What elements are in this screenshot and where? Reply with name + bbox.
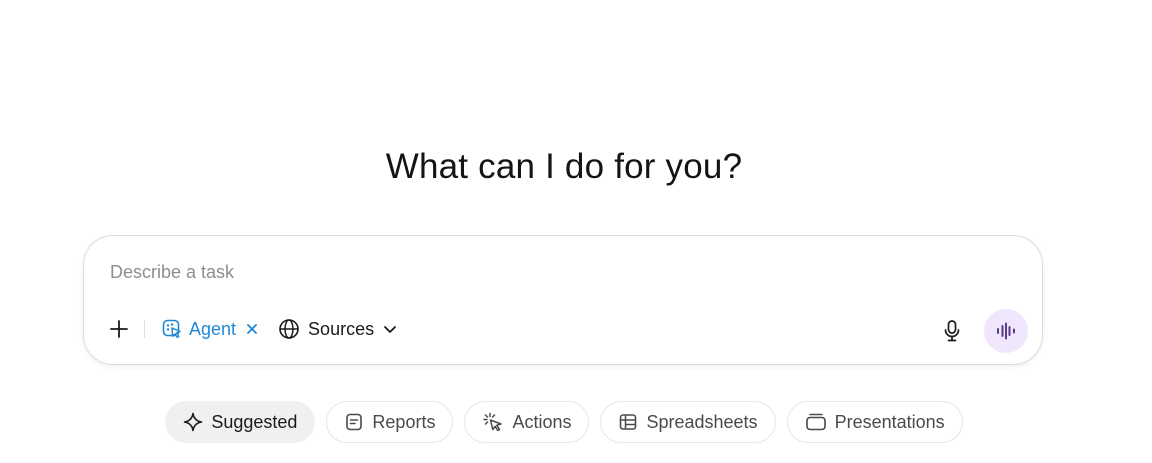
agent-label: Agent bbox=[189, 318, 237, 339]
sound-wave-icon bbox=[997, 322, 1015, 340]
chip-presentations[interactable]: Presentations bbox=[786, 401, 963, 443]
voice-mode-button[interactable] bbox=[984, 309, 1028, 353]
cursor-click-icon bbox=[483, 412, 503, 432]
chevron-down-icon bbox=[384, 326, 396, 333]
suggestion-chips: Suggested Reports Actions Spreadsheets P… bbox=[0, 401, 1128, 443]
document-icon bbox=[346, 413, 363, 431]
agent-icon bbox=[162, 319, 181, 339]
composer-right-tools bbox=[934, 309, 1028, 353]
close-icon bbox=[247, 324, 257, 334]
sources-label: Sources bbox=[308, 318, 375, 339]
chip-label: Spreadsheets bbox=[646, 411, 758, 432]
app-page: What can I do for you? Agent bbox=[0, 0, 1152, 463]
chip-spreadsheets[interactable]: Spreadsheets bbox=[600, 401, 776, 443]
chip-label: Suggested bbox=[211, 411, 298, 432]
sources-dropdown[interactable]: Sources bbox=[278, 313, 398, 345]
chip-label: Actions bbox=[512, 411, 572, 432]
microphone-icon bbox=[944, 320, 960, 342]
chip-suggested[interactable]: Suggested bbox=[165, 401, 316, 443]
chip-reports[interactable]: Reports bbox=[326, 401, 454, 443]
chip-label: Presentations bbox=[834, 411, 945, 432]
microphone-button[interactable] bbox=[934, 313, 970, 349]
chip-label: Reports bbox=[372, 411, 436, 432]
remove-agent-button[interactable] bbox=[246, 323, 258, 335]
toolbar-divider bbox=[144, 320, 145, 338]
composer-toolbar: Agent Sources bbox=[102, 312, 398, 346]
globe-icon bbox=[279, 319, 299, 339]
task-composer: Agent Sources bbox=[83, 235, 1043, 365]
agent-mode-chip[interactable]: Agent bbox=[155, 313, 264, 345]
chip-actions[interactable]: Actions bbox=[464, 401, 590, 443]
slides-icon bbox=[805, 413, 826, 431]
task-input[interactable] bbox=[110, 258, 990, 286]
add-attachment-button[interactable] bbox=[102, 312, 136, 346]
table-icon bbox=[620, 414, 637, 430]
sparkle-icon bbox=[184, 412, 203, 432]
page-title: What can I do for you? bbox=[385, 147, 743, 186]
plus-icon bbox=[110, 320, 128, 338]
